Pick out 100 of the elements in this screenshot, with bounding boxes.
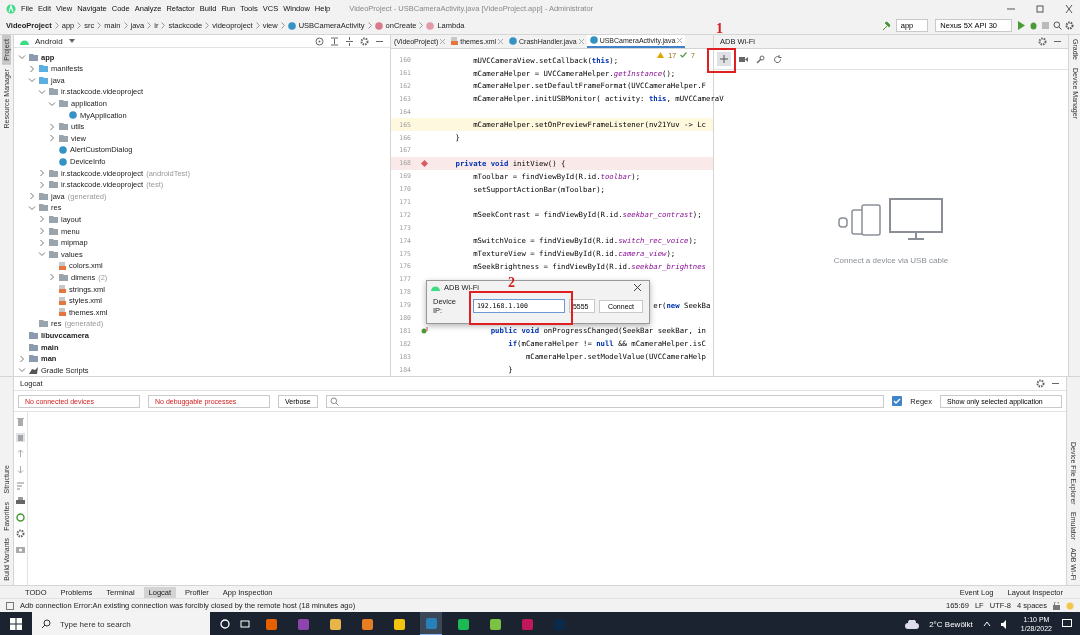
run-icon[interactable] bbox=[1017, 21, 1026, 30]
app-icon[interactable] bbox=[457, 618, 469, 630]
windows-start-icon[interactable] bbox=[10, 618, 22, 630]
up-arrow-icon[interactable] bbox=[16, 449, 25, 458]
task-view-icon[interactable] bbox=[240, 619, 250, 629]
hammer-icon[interactable] bbox=[880, 20, 891, 31]
android-studio-icon bbox=[6, 3, 16, 14]
xml-file-icon bbox=[59, 261, 66, 270]
chevron-icon bbox=[161, 22, 166, 29]
annotation-frame bbox=[707, 48, 736, 73]
caret-icon[interactable] bbox=[28, 192, 36, 201]
xml-file-icon bbox=[59, 285, 66, 294]
status-icon bbox=[6, 601, 14, 610]
xml-file-icon bbox=[451, 37, 459, 46]
caret-icon[interactable] bbox=[48, 99, 56, 108]
chevron-icon bbox=[97, 22, 102, 29]
expand-all-icon[interactable] bbox=[330, 36, 339, 46]
chevron-icon bbox=[255, 22, 260, 29]
cloud-icon bbox=[905, 619, 920, 629]
caret-icon[interactable] bbox=[28, 203, 36, 212]
restart-icon[interactable] bbox=[16, 513, 25, 522]
chevron-icon bbox=[367, 22, 372, 29]
settings-icon[interactable] bbox=[1065, 21, 1074, 30]
cortana-icon[interactable] bbox=[220, 619, 230, 629]
empty-state-message: Connect a device via USB cable bbox=[833, 256, 949, 265]
chevron-up-icon[interactable] bbox=[982, 621, 991, 627]
search-icon[interactable] bbox=[1053, 21, 1062, 30]
soft-wrap-icon[interactable] bbox=[16, 481, 25, 490]
print-icon[interactable] bbox=[16, 497, 25, 506]
app-icon[interactable] bbox=[265, 618, 277, 630]
add-icon[interactable] bbox=[717, 52, 731, 66]
settings-icon[interactable] bbox=[16, 529, 25, 538]
dropdown-arrow-icon[interactable] bbox=[68, 39, 75, 44]
class-icon bbox=[509, 37, 518, 46]
stop-icon[interactable] bbox=[1041, 21, 1050, 30]
app-icon[interactable] bbox=[489, 618, 501, 630]
chevron-icon bbox=[419, 22, 424, 29]
caret-icon[interactable] bbox=[28, 76, 36, 85]
caret-icon[interactable] bbox=[18, 366, 26, 375]
trash-icon[interactable] bbox=[16, 417, 25, 426]
close-icon[interactable] bbox=[634, 284, 641, 291]
gradle-icon bbox=[29, 366, 38, 374]
caret-icon[interactable] bbox=[38, 215, 46, 224]
regex-checkbox[interactable] bbox=[892, 396, 903, 406]
lambda-icon bbox=[426, 21, 435, 30]
app-icon[interactable] bbox=[329, 618, 341, 630]
collapse-all-icon[interactable] bbox=[345, 36, 354, 46]
chevron-icon bbox=[147, 22, 152, 29]
chevron-icon bbox=[205, 22, 210, 29]
override-icon[interactable] bbox=[421, 327, 428, 335]
caret-icon[interactable] bbox=[18, 53, 26, 62]
warning-icon[interactable] bbox=[657, 51, 665, 58]
annotation-number: 2 bbox=[508, 275, 515, 291]
app-icon[interactable] bbox=[393, 618, 405, 630]
restore-icon[interactable] bbox=[1035, 4, 1045, 13]
class-icon bbox=[287, 21, 296, 30]
close-icon[interactable] bbox=[1064, 4, 1074, 13]
scroll-to-end-icon[interactable] bbox=[16, 433, 25, 442]
caret-icon[interactable] bbox=[38, 169, 46, 178]
caret-icon[interactable] bbox=[38, 238, 46, 247]
refresh-icon[interactable] bbox=[773, 54, 782, 64]
class-icon bbox=[589, 36, 598, 45]
caret-icon[interactable] bbox=[18, 354, 26, 363]
search-icon bbox=[41, 619, 51, 629]
method-icon bbox=[374, 21, 383, 30]
caret-icon[interactable] bbox=[38, 227, 46, 236]
caret-icon[interactable] bbox=[48, 134, 56, 143]
project-view-dropdown[interactable]: Android bbox=[35, 36, 63, 46]
search-field[interactable] bbox=[325, 394, 885, 408]
app-icon[interactable] bbox=[361, 618, 373, 630]
debug-icon[interactable] bbox=[1029, 21, 1038, 30]
notification-icon[interactable] bbox=[1062, 619, 1072, 629]
weather-text[interactable]: 2°C Bewölkt bbox=[929, 619, 973, 629]
class-icon bbox=[69, 111, 77, 120]
caret-icon[interactable] bbox=[38, 87, 46, 96]
caret-icon[interactable] bbox=[38, 250, 46, 259]
xml-file-icon bbox=[59, 308, 66, 317]
folder-icon bbox=[59, 273, 68, 281]
video-icon[interactable] bbox=[739, 54, 748, 64]
camera-icon[interactable] bbox=[16, 545, 25, 554]
caret-icon[interactable] bbox=[28, 64, 36, 73]
xml-file-icon bbox=[59, 296, 66, 305]
settings-icon[interactable] bbox=[1038, 37, 1047, 46]
chevron-icon bbox=[280, 22, 285, 29]
wrench-icon[interactable] bbox=[756, 54, 765, 64]
locate-icon[interactable] bbox=[315, 36, 324, 46]
lock-icon[interactable] bbox=[1053, 601, 1060, 610]
down-arrow-icon[interactable] bbox=[16, 465, 25, 474]
taskbar-search-field[interactable]: Type here to search bbox=[32, 612, 210, 635]
caret-icon[interactable] bbox=[48, 122, 56, 131]
chevron-icon bbox=[77, 22, 82, 29]
chevron-icon bbox=[54, 22, 59, 29]
check-icon[interactable] bbox=[680, 51, 688, 58]
annotation-number: 1 bbox=[716, 21, 723, 37]
search-icon bbox=[329, 396, 339, 406]
breakpoint-icon[interactable] bbox=[421, 159, 428, 167]
settings-icon[interactable] bbox=[1036, 379, 1045, 388]
settings-icon[interactable] bbox=[360, 36, 369, 46]
caret-icon[interactable] bbox=[48, 273, 56, 282]
caret-icon[interactable] bbox=[38, 180, 46, 189]
